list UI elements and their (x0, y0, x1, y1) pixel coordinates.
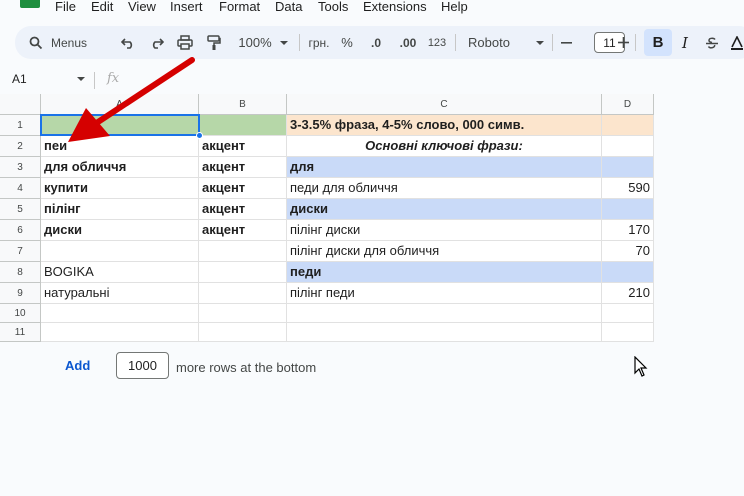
annotation-arrow-icon (68, 57, 195, 142)
mouse-cursor-icon (634, 356, 648, 377)
